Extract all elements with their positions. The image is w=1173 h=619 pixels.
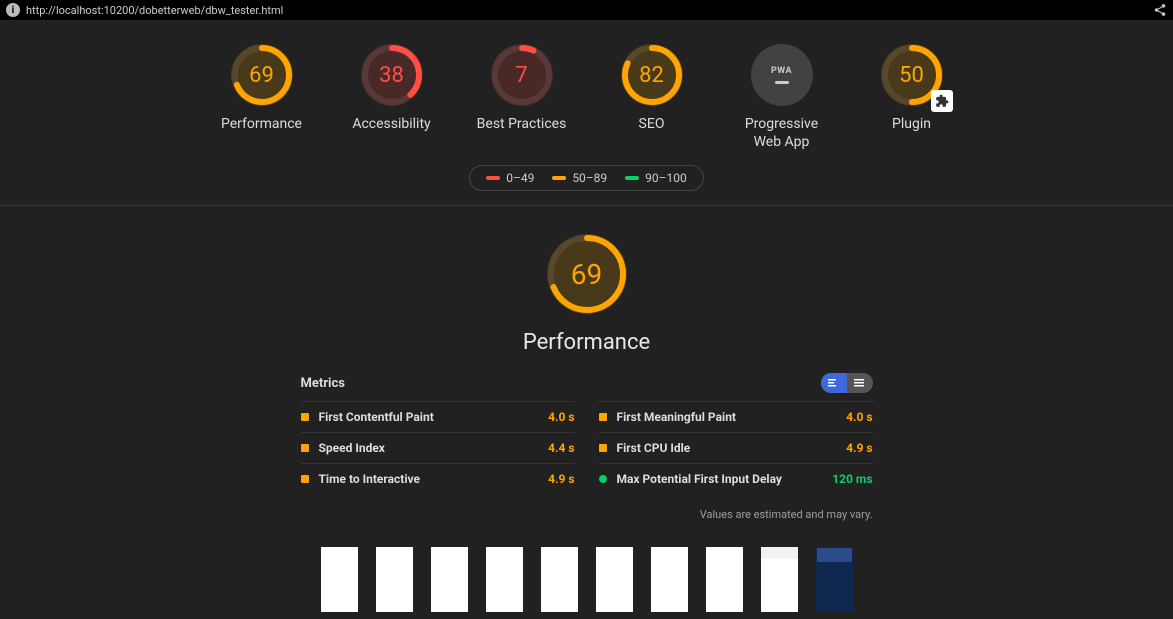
filmstrip-frame[interactable] (706, 547, 743, 612)
gauge-ring: 82 (621, 44, 683, 106)
metric-status-icon (301, 475, 309, 483)
metric-value: 4.4 s (548, 441, 574, 455)
metric-name: Time to Interactive (319, 472, 549, 486)
filmstrip-frame[interactable] (321, 547, 358, 612)
legend-item: 0–49 (486, 171, 534, 185)
metric-status-icon (599, 444, 607, 452)
share-icon[interactable] (1153, 3, 1167, 17)
metric-value: 4.9 s (846, 441, 872, 455)
filmstrip-frame[interactable] (541, 547, 578, 612)
gauge-label: Performance (221, 116, 302, 134)
filmstrip-frame[interactable] (596, 547, 633, 612)
metric-row[interactable]: First CPU Idle4.9 s (599, 432, 873, 463)
gauge-pwa[interactable]: PWA Progressive Web App (737, 44, 827, 151)
category-gauges: 69 Performance 38 Accessibility 7 Best Practi… (0, 20, 1173, 165)
url-bar: i http://localhost:10200/dobetterweb/dbw… (0, 0, 1173, 20)
metric-row[interactable]: Max Potential First Input Delay120 ms (599, 463, 873, 494)
metrics-heading: Metrics (301, 376, 345, 391)
gauge-plugin[interactable]: 50 Plugin (867, 44, 957, 151)
gauge-ring: 7 (491, 44, 553, 106)
performance-main-gauge: 69 (547, 234, 627, 314)
filmstrip-frame[interactable] (816, 547, 853, 612)
metric-row[interactable]: Speed Index4.4 s (301, 432, 575, 463)
metric-status-icon (301, 413, 309, 421)
score-legend: 0–49 50–89 90–100 (0, 165, 1173, 191)
gauge-accessibility[interactable]: 38 Accessibility (347, 44, 437, 151)
metrics-block: Metrics First Contentful Paint4.0 sFirst… (301, 373, 873, 494)
gauge-label: Accessibility (352, 116, 430, 134)
gauge-label: SEO (639, 116, 665, 134)
gauge-label: Plugin (892, 116, 931, 134)
filmstrip-frame[interactable] (431, 547, 468, 612)
legend-item: 50–89 (552, 171, 607, 185)
performance-title: Performance (523, 330, 650, 355)
metric-row[interactable]: Time to Interactive4.9 s (301, 463, 575, 494)
site-favicon: i (6, 3, 20, 17)
metrics-grid: First Contentful Paint4.0 sFirst Meaning… (301, 401, 873, 494)
gauge-ring: 50 (881, 44, 943, 106)
metric-name: First CPU Idle (617, 441, 847, 455)
filmstrip (321, 547, 853, 612)
gauge-label: Progressive Web App (737, 116, 827, 151)
metric-status-icon (599, 413, 607, 421)
legend-item: 90–100 (625, 171, 687, 185)
gauge-ring: 38 (361, 44, 423, 106)
filmstrip-frame[interactable] (651, 547, 688, 612)
metric-value: 4.9 s (548, 472, 574, 486)
metric-value: 120 ms (832, 472, 872, 486)
metric-value: 4.0 s (846, 410, 872, 424)
performance-section: 69 Performance Metrics First Contentful … (0, 206, 1173, 619)
filmstrip-frame[interactable] (761, 547, 798, 612)
filmstrip-frame[interactable] (486, 547, 523, 612)
metric-name: Max Potential First Input Delay (617, 472, 833, 486)
metric-name: First Contentful Paint (319, 410, 549, 424)
pwa-icon: PWA (751, 44, 813, 106)
metric-row[interactable]: First Meaningful Paint4.0 s (599, 401, 873, 432)
metrics-note: Values are estimated and may vary. (301, 508, 873, 521)
metric-value: 4.0 s (548, 410, 574, 424)
gauge-best-practices[interactable]: 7 Best Practices (477, 44, 567, 151)
metric-row[interactable]: First Contentful Paint4.0 s (301, 401, 575, 432)
metric-status-icon (301, 444, 309, 452)
metrics-view-toggle (821, 373, 873, 393)
gauge-label: Best Practices (477, 116, 567, 134)
gauge-performance[interactable]: 69 Performance (217, 44, 307, 151)
metric-name: First Meaningful Paint (617, 410, 847, 424)
page-url: http://localhost:10200/dobetterweb/dbw_t… (26, 4, 283, 17)
gauge-ring: 69 (231, 44, 293, 106)
metric-status-icon (599, 475, 607, 483)
plugin-extension-icon (931, 90, 953, 112)
view-toggle-collapsed[interactable] (821, 373, 847, 393)
gauge-seo[interactable]: 82 SEO (607, 44, 697, 151)
filmstrip-frame[interactable] (376, 547, 413, 612)
metric-name: Speed Index (319, 441, 549, 455)
view-toggle-expanded[interactable] (847, 373, 873, 393)
